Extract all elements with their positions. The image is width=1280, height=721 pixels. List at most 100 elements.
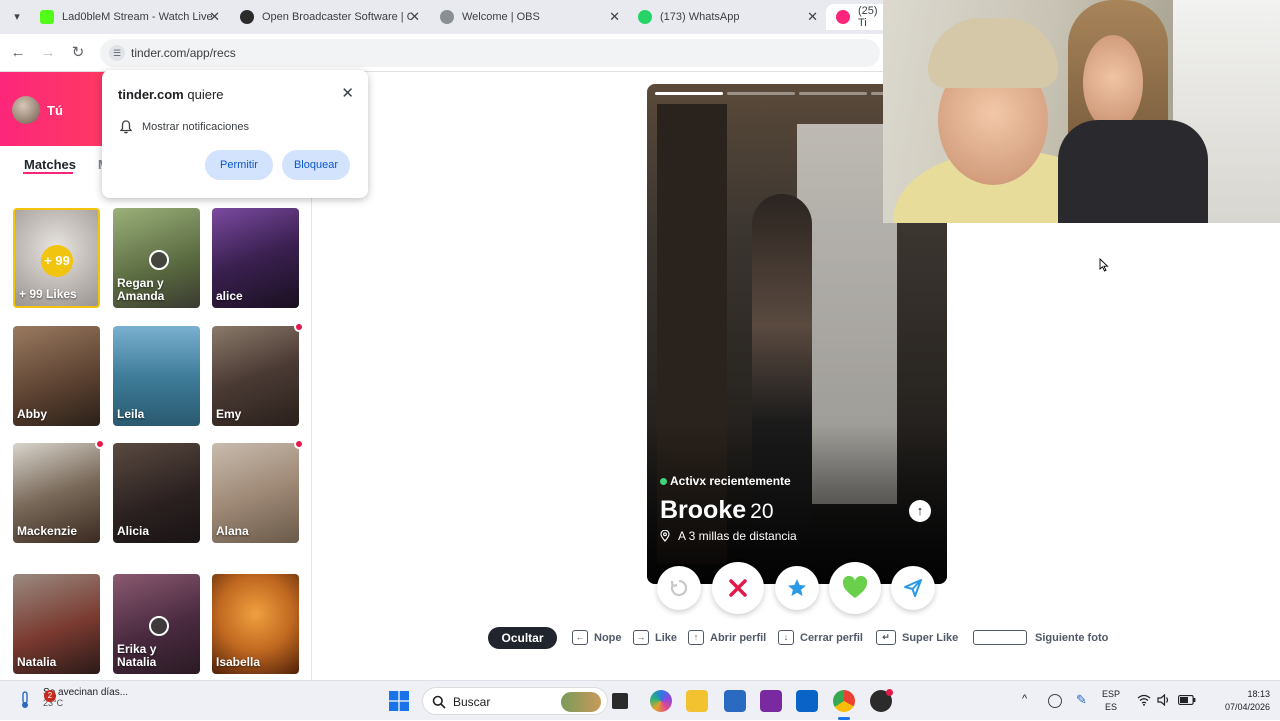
- enter-key-icon: ↵: [876, 630, 896, 645]
- tab-matches[interactable]: Matches: [24, 157, 76, 172]
- match-card[interactable]: alice: [212, 208, 299, 308]
- search-highlight-image-icon: [561, 692, 601, 712]
- task-view-icon[interactable]: [612, 693, 628, 709]
- kick-favicon-icon: [40, 10, 54, 24]
- microsoft-store-icon[interactable]: [724, 690, 746, 712]
- volume-icon[interactable]: [1157, 694, 1171, 706]
- obs-recording-dot: [886, 689, 893, 696]
- mouse-cursor-icon: [1099, 258, 1109, 272]
- match-card[interactable]: Mackenzie: [13, 443, 100, 543]
- match-card[interactable]: Alana: [212, 443, 299, 543]
- hint-super-like: ↵ Super Like: [876, 630, 958, 645]
- down-arrow-key-icon: ↓: [778, 630, 794, 645]
- online-dot-icon: [660, 478, 667, 485]
- match-name: Erika y Natalia: [117, 642, 157, 669]
- match-name: Emy: [216, 407, 242, 421]
- tab-title: (25) Ti: [858, 5, 878, 29]
- match-card[interactable]: Alicia: [113, 443, 200, 543]
- chrome-icon[interactable]: [833, 690, 855, 712]
- permission-request-text: Mostrar notificaciones: [142, 121, 249, 133]
- likes-label: + 99 Likes: [19, 287, 77, 301]
- photo-progress-bar[interactable]: [727, 92, 795, 95]
- webcam-person-right-face: [1083, 35, 1143, 130]
- search-label: Buscar: [453, 695, 491, 709]
- tab-list-dropdown-icon[interactable]: ▾: [8, 8, 26, 26]
- like-heart-icon: [842, 576, 868, 598]
- close-tab-icon[interactable]: ✕: [807, 9, 818, 25]
- tab-obs-software[interactable]: Open Broadcaster Software | OI ✕: [230, 4, 428, 30]
- outlook-icon[interactable]: [796, 690, 818, 712]
- site-info-icon[interactable]: ☰: [109, 45, 125, 61]
- battery-icon[interactable]: [1178, 695, 1196, 705]
- rewind-icon: [670, 579, 688, 597]
- tab-title: (173) WhatsApp: [660, 11, 740, 23]
- pen-input-icon[interactable]: ✎: [1076, 692, 1087, 708]
- reload-icon[interactable]: ↻: [67, 42, 89, 64]
- block-button[interactable]: Bloquear: [282, 150, 350, 180]
- match-card[interactable]: Erika y Natalia: [113, 574, 200, 674]
- webcam-person-right-shirt: [1058, 120, 1208, 223]
- open-profile-arrow-icon[interactable]: ↑: [909, 500, 931, 522]
- like-button[interactable]: [829, 562, 881, 614]
- obs-favicon-icon: [240, 10, 254, 24]
- weather-alert-badge: 2: [44, 690, 56, 702]
- profile-distance: A 3 millas de distancia: [660, 529, 797, 543]
- match-name: Regan y Amanda: [117, 276, 165, 303]
- address-bar[interactable]: ☰ tinder.com/app/recs: [100, 39, 880, 67]
- clock[interactable]: 18:13 07/04/2026: [1225, 688, 1270, 714]
- match-name: Leila: [117, 407, 145, 421]
- tab-welcome-obs[interactable]: Welcome | OBS ✕: [430, 4, 628, 30]
- match-card[interactable]: Regan y Amanda: [113, 208, 200, 308]
- close-tab-icon[interactable]: ✕: [409, 9, 420, 25]
- up-arrow-key-icon: ↑: [688, 630, 704, 645]
- webcam-overlay: [883, 0, 1280, 223]
- match-name: Natalia: [17, 655, 57, 669]
- profile-name[interactable]: Tú: [47, 103, 63, 118]
- hint-close-profile: ↓ Cerrar perfil: [778, 630, 863, 645]
- tab-kick-stream[interactable]: Lad0bleM Stream - Watch Live o ✕: [30, 4, 228, 30]
- match-card[interactable]: Natalia: [13, 574, 100, 674]
- tab-title: Lad0bleM Stream - Watch Live o: [62, 11, 212, 23]
- new-match-dot: [294, 439, 304, 449]
- tab-title: Welcome | OBS: [462, 11, 540, 23]
- app-purple-icon[interactable]: [760, 690, 782, 712]
- back-arrow-icon[interactable]: ←: [7, 42, 29, 64]
- show-hidden-icons-chevron-icon[interactable]: ^: [1022, 693, 1027, 705]
- match-card[interactable]: Abby: [13, 326, 100, 426]
- windows-start-icon[interactable]: [389, 691, 409, 711]
- hide-shortcuts-button[interactable]: Ocultar: [488, 627, 557, 649]
- active-tab-indicator: [23, 172, 73, 174]
- rewind-button[interactable]: [657, 566, 701, 610]
- photo-progress-bar[interactable]: [655, 92, 723, 95]
- match-card[interactable]: Leila: [113, 326, 200, 426]
- likes-card[interactable]: + 99 + 99 Likes: [13, 208, 100, 308]
- input-language-indicator[interactable]: ESP ES: [1102, 688, 1120, 714]
- forward-arrow-icon[interactable]: →: [37, 42, 59, 64]
- file-explorer-icon[interactable]: [686, 690, 708, 712]
- photo-progress-bar[interactable]: [799, 92, 867, 95]
- dialog-title: tinder.com quiere: [118, 87, 224, 102]
- tab-whatsapp[interactable]: (173) WhatsApp ✕: [628, 4, 826, 30]
- allow-button[interactable]: Permitir: [205, 150, 273, 180]
- match-card[interactable]: Emy: [212, 326, 299, 426]
- weather-widget[interactable]: 2 Se avecinan días... 23°C: [16, 687, 128, 708]
- match-name: Abby: [17, 407, 47, 421]
- temperature: 23°C: [43, 698, 64, 708]
- close-icon[interactable]: ✕: [341, 84, 354, 102]
- close-tab-icon[interactable]: ✕: [209, 9, 220, 25]
- nope-button[interactable]: [712, 562, 764, 614]
- tray-app-icon[interactable]: [1048, 694, 1062, 708]
- webcam-person-left-cap: [928, 18, 1058, 88]
- tab-title: Open Broadcaster Software | OI: [262, 11, 412, 23]
- copilot-icon[interactable]: [650, 690, 672, 712]
- likes-count-badge: + 99: [41, 245, 73, 277]
- avatar[interactable]: [12, 96, 40, 124]
- match-card[interactable]: Isabella: [212, 574, 299, 674]
- boost-button[interactable]: [891, 566, 935, 610]
- url-text[interactable]: tinder.com/app/recs: [131, 46, 236, 60]
- taskbar-search[interactable]: Buscar: [422, 687, 608, 715]
- match-name: Alicia: [117, 524, 150, 538]
- wifi-icon[interactable]: [1137, 694, 1151, 706]
- super-like-button[interactable]: [775, 566, 819, 610]
- close-tab-icon[interactable]: ✕: [609, 9, 620, 25]
